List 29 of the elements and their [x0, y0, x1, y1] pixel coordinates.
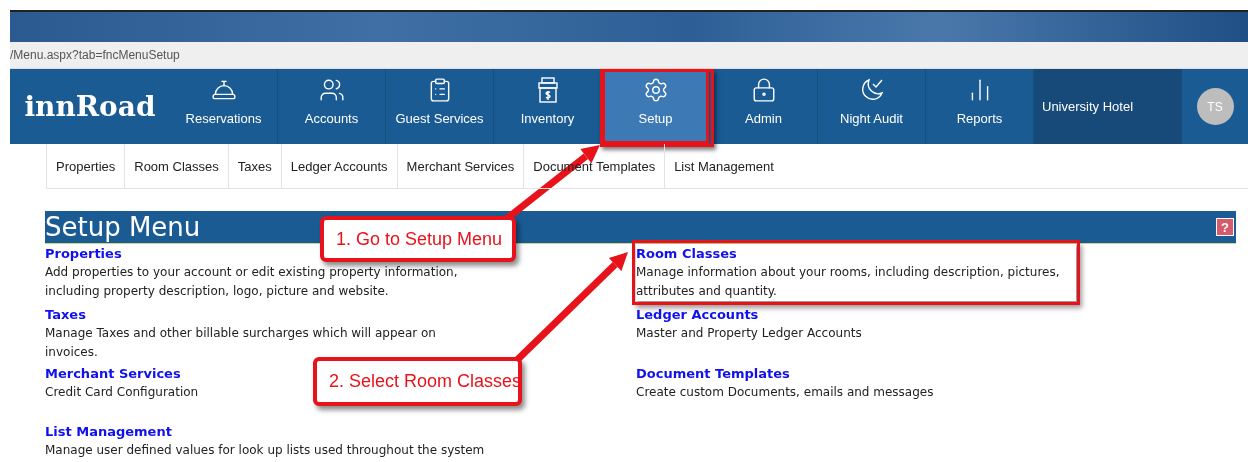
- menu-description: Master and Property Ledger Accounts: [636, 325, 863, 342]
- menu-link[interactable]: Ledger Accounts: [636, 305, 759, 324]
- subnav-link[interactable]: Room Classes: [124, 144, 228, 188]
- menu-description: Credit Card Configuration: [45, 384, 200, 401]
- menu-link[interactable]: Merchant Services: [45, 364, 181, 383]
- menu-description: Manage user defined values for look up lists used throughout the system: [45, 442, 485, 459]
- url-text: /Menu.aspx?tab=fncMenuSetup: [10, 48, 180, 62]
- logo: innRoad: [23, 89, 157, 125]
- property-name[interactable]: University Hotel: [1034, 69, 1182, 144]
- menu-link[interactable]: List Management: [45, 422, 172, 441]
- menu-link[interactable]: Properties: [45, 244, 122, 263]
- subnav-link[interactable]: List Management: [664, 144, 783, 188]
- menu-link[interactable]: Room Classes: [636, 244, 737, 263]
- settings-icon: [642, 77, 669, 103]
- menu-description: Add properties to your account or edit existing property information, including property description, logo, picture and website.: [45, 264, 459, 300]
- address-bar[interactable]: /Menu.aspx?tab=fncMenuSetup: [10, 42, 1248, 69]
- people-icon: [318, 77, 345, 103]
- subnav-link[interactable]: Merchant Services: [396, 144, 524, 188]
- subnav-link[interactable]: Ledger Accounts: [280, 144, 397, 188]
- menu-link[interactable]: Taxes: [45, 305, 86, 324]
- callout-label: 1. Go to Setup Menu: [320, 216, 516, 262]
- menu-description: Manage information about your rooms, including description, pictures, attributes and quantity.: [636, 264, 1061, 300]
- subnav-link[interactable]: Properties: [46, 144, 125, 188]
- menu-description: Create custom Documents, emails and messages: [636, 384, 935, 401]
- subnav-link[interactable]: Taxes: [227, 144, 281, 188]
- cash-register-icon: [536, 77, 559, 103]
- help-button[interactable]: ?: [1216, 218, 1234, 236]
- section-title: Setup Menu: [45, 214, 201, 240]
- menu-link[interactable]: Document Templates: [636, 364, 790, 383]
